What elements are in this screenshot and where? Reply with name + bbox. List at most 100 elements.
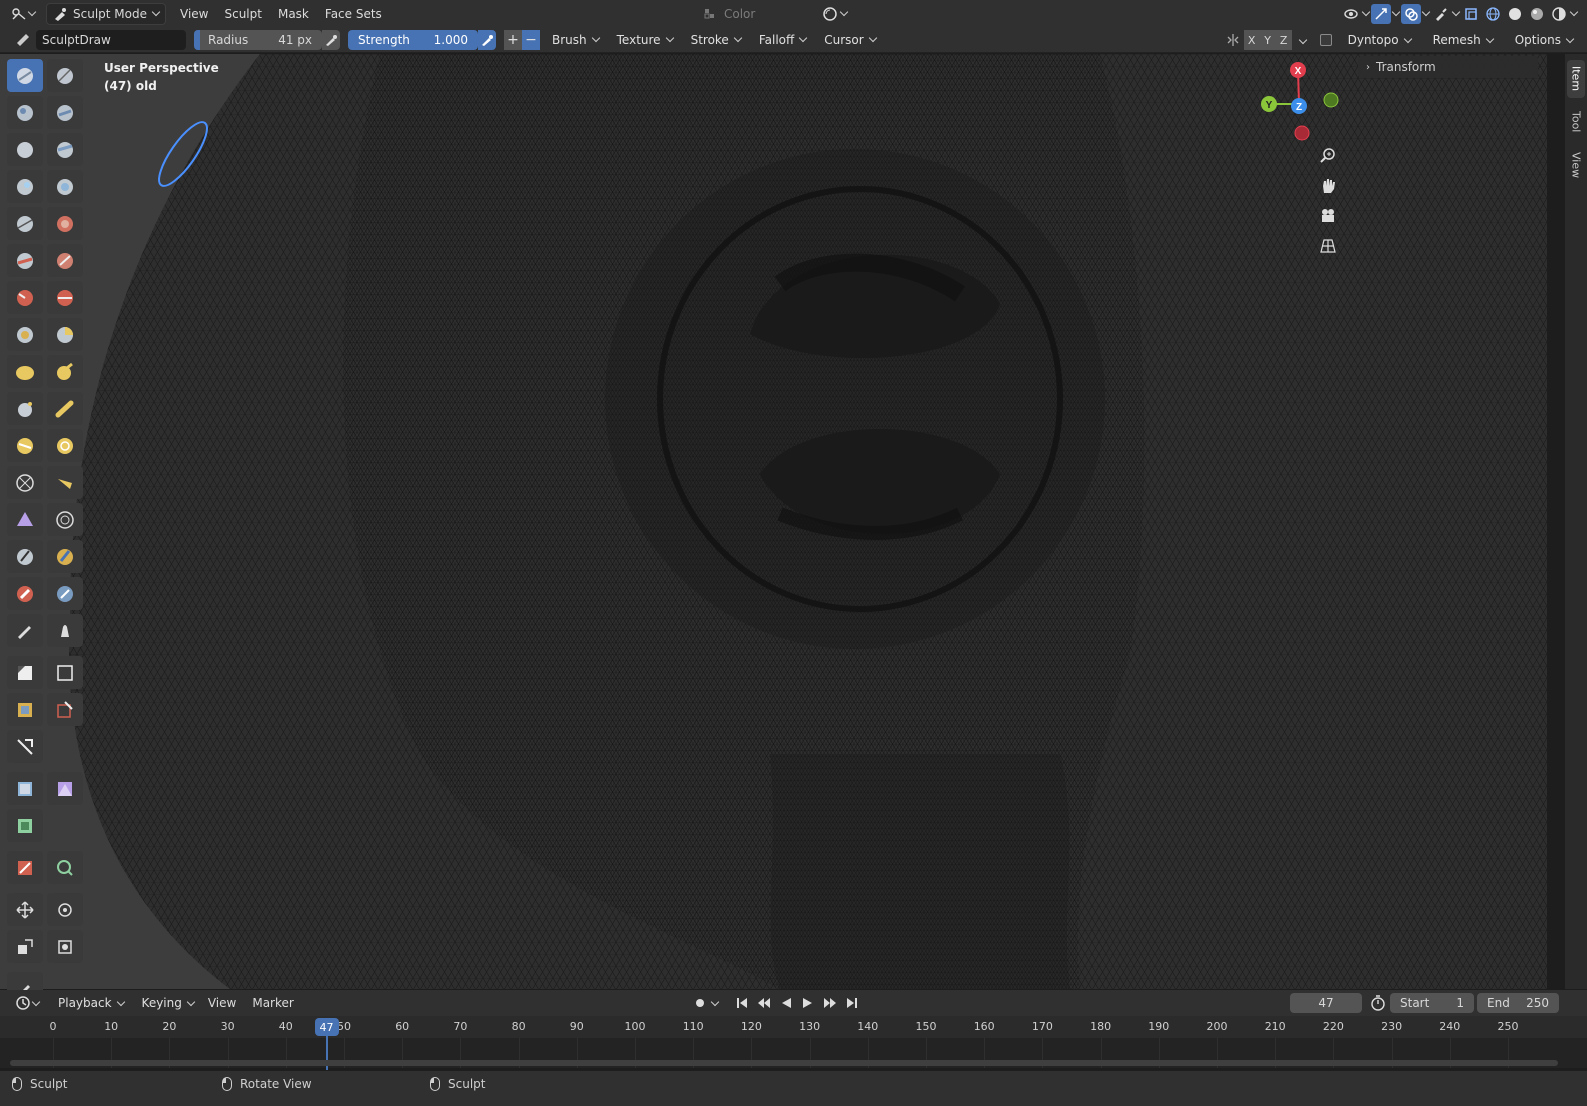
start-frame-field[interactable]: Start 1	[1390, 993, 1474, 1013]
gizmo-neg-x-axis[interactable]	[1294, 125, 1310, 141]
gizmo-neg-y-axis[interactable]	[1323, 92, 1339, 108]
mask-brush-button[interactable]	[7, 540, 43, 573]
color-attribute-dropdown[interactable]: Color	[700, 3, 812, 24]
jump-start-button[interactable]	[732, 993, 752, 1013]
visibility-button[interactable]	[1341, 4, 1361, 24]
thumb-brush-button[interactable]	[7, 392, 43, 425]
xray-toggle-button[interactable]	[1461, 4, 1481, 24]
tab-view[interactable]: View	[1567, 146, 1585, 184]
cloth-filter-button[interactable]	[47, 772, 83, 805]
multiplane-scrape-brush-button[interactable]	[47, 281, 83, 314]
blob-brush-button[interactable]	[47, 170, 83, 203]
shading-solid-button[interactable]	[1505, 4, 1525, 24]
end-frame-field[interactable]: End 250	[1477, 993, 1559, 1013]
timeline-editor-type-button[interactable]	[8, 992, 46, 1014]
gizmo-toggle-button[interactable]	[1371, 3, 1391, 24]
transform-panel-header[interactable]: › Transform	[1358, 56, 1538, 78]
navigation-gizmo[interactable]: X Y Z	[1255, 60, 1345, 150]
smear-brush-button[interactable]	[47, 614, 83, 647]
menu-mask[interactable]: Mask	[270, 3, 317, 25]
smooth-brush-button[interactable]	[47, 207, 83, 240]
play-reverse-button[interactable]	[776, 993, 796, 1013]
preview-range-button[interactable]	[1368, 993, 1388, 1013]
box-hide-button[interactable]	[47, 656, 83, 689]
3d-viewport[interactable]: User Perspective (47) old	[0, 54, 1547, 989]
clay-thumb-brush-button[interactable]	[7, 133, 43, 166]
clay-strips-brush-button[interactable]	[47, 96, 83, 129]
mask-by-color-button[interactable]	[47, 851, 83, 884]
camera-view-button[interactable]	[1316, 204, 1340, 228]
box-face-set-button[interactable]	[7, 693, 43, 726]
simplify-brush-button[interactable]	[47, 503, 83, 536]
zoom-button[interactable]	[1316, 144, 1340, 168]
shading-material-button[interactable]	[1527, 4, 1547, 24]
perspective-toggle-button[interactable]	[1316, 234, 1340, 258]
marker-menu[interactable]: Marker	[244, 992, 301, 1014]
overlays-toggle-button[interactable]	[1401, 3, 1421, 24]
rotate-brush-button[interactable]	[47, 429, 83, 462]
texture-popover[interactable]: Texture	[611, 30, 679, 50]
fill-brush-button[interactable]	[47, 244, 83, 277]
play-button[interactable]	[798, 993, 818, 1013]
pinch-brush-button[interactable]	[7, 318, 43, 351]
menu-sculpt[interactable]: Sculpt	[216, 3, 269, 25]
cloth-brush-button[interactable]	[7, 503, 43, 536]
xray-brush-button[interactable]	[1431, 4, 1451, 24]
snake-hook-brush-button[interactable]	[47, 355, 83, 388]
shading-wireframe-button[interactable]	[1483, 4, 1503, 24]
layer-brush-button[interactable]	[47, 133, 83, 166]
keying-menu[interactable]: Keying	[136, 993, 200, 1013]
jump-end-button[interactable]	[842, 993, 862, 1013]
draw-face-sets-button[interactable]	[47, 540, 83, 573]
scale-tool-button[interactable]	[7, 930, 43, 963]
transform-tool-button[interactable]	[47, 930, 83, 963]
strength-field[interactable]: Strength 1.000	[348, 29, 478, 50]
box-trim-button[interactable]	[47, 693, 83, 726]
prev-keyframe-button[interactable]	[754, 993, 774, 1013]
menu-face-sets[interactable]: Face Sets	[317, 3, 390, 25]
edit-face-set-button[interactable]	[7, 851, 43, 884]
dyntopo-popover[interactable]: Dyntopo	[1342, 30, 1417, 50]
radius-field[interactable]: Radius 41 px	[194, 29, 322, 50]
color-filter-button[interactable]	[7, 809, 43, 842]
box-mask-button[interactable]	[7, 656, 43, 689]
radius-pressure-button[interactable]	[322, 29, 340, 50]
menu-view[interactable]: View	[172, 3, 216, 25]
timeline-view-menu[interactable]: View	[200, 992, 244, 1014]
flatten-brush-button[interactable]	[7, 244, 43, 277]
remesh-popover[interactable]: Remesh	[1427, 30, 1499, 50]
editor-type-button[interactable]	[4, 3, 42, 25]
current-frame-indicator[interactable]: 47	[314, 1018, 339, 1036]
rotate-tool-button[interactable]	[47, 893, 83, 926]
clay-brush-button[interactable]	[7, 96, 43, 129]
shading-mode-dropdown[interactable]	[822, 3, 849, 24]
boundary-brush-button[interactable]	[47, 466, 83, 499]
scrape-brush-button[interactable]	[7, 281, 43, 314]
slide-relax-brush-button[interactable]	[7, 466, 43, 499]
multires-displacement-eraser-button[interactable]	[7, 577, 43, 610]
direction-add-button[interactable]: +	[504, 29, 522, 50]
playback-menu[interactable]: Playback	[52, 993, 130, 1013]
timeline-scrollbar[interactable]	[10, 1060, 1558, 1066]
tab-item[interactable]: Item	[1567, 60, 1585, 98]
options-popover[interactable]: Options	[1509, 30, 1579, 50]
brush-popover[interactable]: Brush	[546, 30, 605, 50]
stroke-popover[interactable]: Stroke	[685, 30, 747, 50]
next-keyframe-button[interactable]	[820, 993, 840, 1013]
mesh-filter-button[interactable]	[7, 772, 43, 805]
symmetry-z-button[interactable]: Z	[1275, 30, 1292, 50]
timeline-ruler[interactable]: 0 10 20 30 40 50 60 70 80 90 100 110 120 130 140 150 160…	[0, 1016, 1587, 1038]
symmetry-x-button[interactable]: X	[1243, 30, 1260, 50]
current-frame-field[interactable]: 47	[1290, 993, 1362, 1013]
dyntopo-checkbox[interactable]	[1319, 34, 1332, 46]
line-project-button[interactable]	[7, 730, 43, 763]
shading-rendered-button[interactable]	[1549, 4, 1569, 24]
grab-brush-button[interactable]	[47, 318, 83, 351]
pan-button[interactable]	[1316, 174, 1340, 198]
tab-tool[interactable]: Tool	[1567, 104, 1585, 140]
draw-brush-button[interactable]	[7, 59, 43, 92]
direction-subtract-button[interactable]: −	[522, 29, 540, 50]
record-button[interactable]	[690, 993, 710, 1013]
multires-displacement-smear-button[interactable]	[47, 577, 83, 610]
move-tool-button[interactable]	[7, 893, 43, 926]
